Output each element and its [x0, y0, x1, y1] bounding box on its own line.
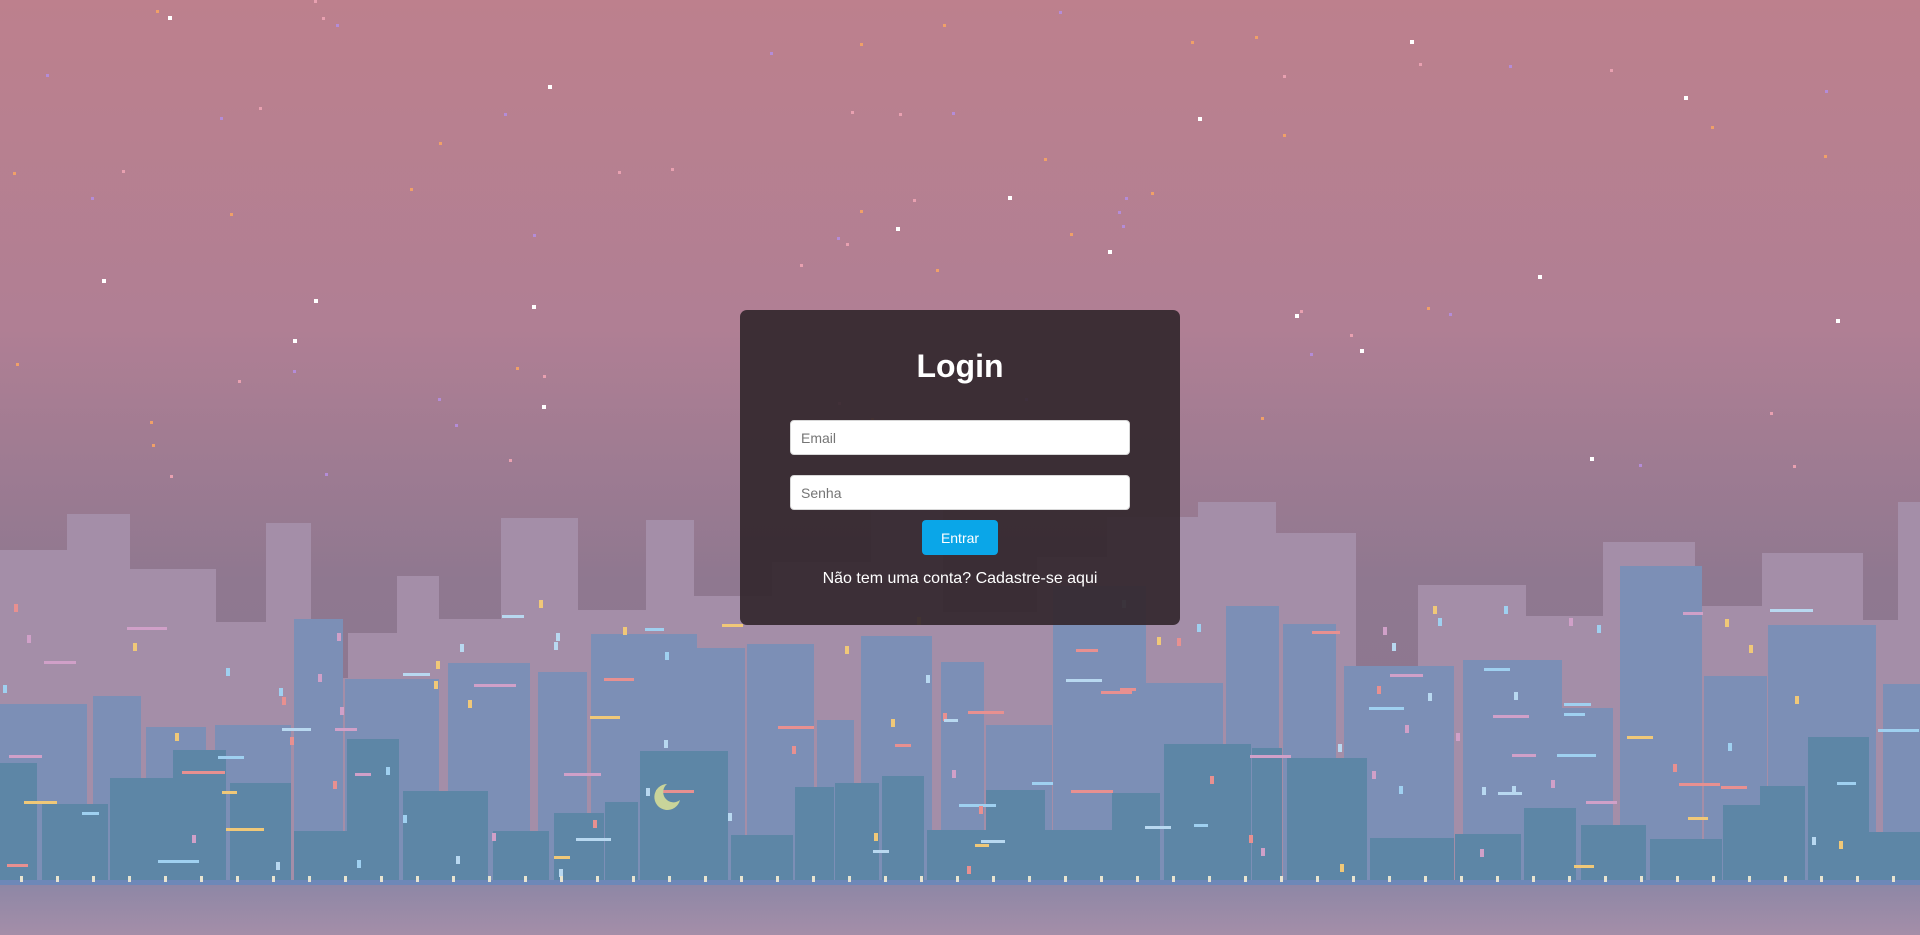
signup-line: Não tem uma conta? Cadastre-se aqui [740, 570, 1180, 588]
signup-prompt: Não tem uma conta? [822, 570, 972, 587]
login-title: Login [916, 348, 1004, 384]
waterfront [0, 880, 1920, 885]
login-card: Login Entrar Não tem uma conta? Cadastre… [740, 310, 1180, 625]
water [0, 885, 1920, 935]
login-button[interactable]: Entrar [922, 520, 998, 555]
password-field[interactable] [790, 475, 1130, 510]
signup-link[interactable]: Cadastre-se aqui [976, 570, 1098, 587]
email-field[interactable] [790, 420, 1130, 455]
